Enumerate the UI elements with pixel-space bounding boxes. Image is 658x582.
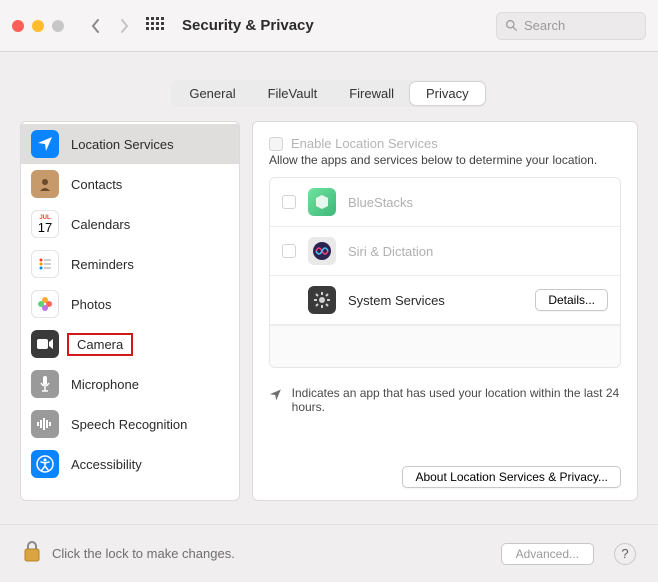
calendar-icon: JUL 17 [31,210,59,238]
search-icon [505,19,518,32]
footer: Click the lock to make changes. Advanced… [0,524,658,582]
show-all-button[interactable] [146,17,164,35]
chevron-left-icon [90,19,102,33]
contacts-icon [31,170,59,198]
app-name: Siri & Dictation [348,244,433,259]
system-services-icon [308,286,336,314]
search-placeholder: Search [524,18,565,33]
sidebar-item-calendars[interactable]: JUL 17 Calendars [21,204,239,244]
tab-privacy[interactable]: Privacy [410,82,485,105]
siri-icon [308,237,336,265]
speech-icon [31,410,59,438]
sidebar-item-accessibility[interactable]: Accessibility [21,444,239,484]
tabs-group: General FileVault Firewall Privacy [171,80,486,107]
location-indicator-note: Indicates an app that has used your loca… [269,386,621,414]
location-arrow-icon [269,388,282,402]
tab-filevault[interactable]: FileVault [252,82,334,105]
allow-description: Allow the apps and services below to det… [269,153,621,167]
sidebar-item-contacts[interactable]: Contacts [21,164,239,204]
sidebar-item-speech-recognition[interactable]: Speech Recognition [21,404,239,444]
reminders-icon [31,250,59,278]
tab-general[interactable]: General [173,82,251,105]
system-services-details-button[interactable]: Details... [535,289,608,311]
location-icon [31,130,59,158]
about-location-privacy-button[interactable]: About Location Services & Privacy... [402,466,621,488]
close-window-button[interactable] [12,20,24,32]
search-field[interactable]: Search [496,12,646,40]
sidebar-item-label: Microphone [71,377,139,392]
chevron-right-icon [118,19,130,33]
app-name: BlueStacks [348,195,413,210]
sidebar-item-reminders[interactable]: Reminders [21,244,239,284]
lock-icon [22,539,42,563]
back-button[interactable] [84,14,108,38]
content-area: General FileVault Firewall Privacy Locat… [0,52,658,501]
bluestacks-icon [308,188,336,216]
sidebar-item-label: Photos [71,297,111,312]
window-controls [12,20,64,32]
sidebar-item-label: Calendars [71,217,130,232]
sidebar-item-location-services[interactable]: Location Services [21,124,239,164]
microphone-icon [31,370,59,398]
sidebar-item-microphone[interactable]: Microphone [21,364,239,404]
accessibility-icon [31,450,59,478]
app-row-siri[interactable]: Siri & Dictation [270,227,620,276]
sidebar-item-camera[interactable]: Camera [21,324,239,364]
app-row-bluestacks[interactable]: BlueStacks [270,178,620,227]
app-checkbox[interactable] [282,195,296,209]
privacy-sidebar[interactable]: Location Services Contacts JUL 17 Calend… [20,121,240,501]
sidebar-item-label: Reminders [71,257,134,272]
app-checkbox[interactable] [282,244,296,258]
sidebar-item-label: Location Services [71,137,174,152]
advanced-button[interactable]: Advanced... [501,543,594,565]
tab-firewall[interactable]: Firewall [333,82,410,105]
enable-location-label: Enable Location Services [291,136,438,151]
zoom-window-button[interactable] [52,20,64,32]
lock-button[interactable] [22,539,42,568]
lock-text: Click the lock to make changes. [52,546,235,561]
camera-icon [31,330,59,358]
minimize-window-button[interactable] [32,20,44,32]
sidebar-item-label: Accessibility [71,457,142,472]
tab-bar: General FileVault Firewall Privacy [20,80,638,107]
app-list: BlueStacks Siri & Dictation System Servi… [269,177,621,368]
window-title: Security & Privacy [182,17,314,34]
panels: Location Services Contacts JUL 17 Calend… [20,121,638,501]
app-name: System Services [348,293,445,308]
detail-pane: Enable Location Services Allow the apps … [252,121,638,501]
forward-button[interactable] [112,14,136,38]
sidebar-item-label: Speech Recognition [71,417,187,432]
sidebar-item-label: Contacts [71,177,122,192]
enable-location-checkbox[interactable] [269,137,283,151]
sidebar-item-label: Camera [67,333,133,356]
sidebar-item-photos[interactable]: Photos [21,284,239,324]
enable-location-row: Enable Location Services [269,136,621,151]
indicator-text: Indicates an app that has used your loca… [292,386,621,414]
photos-icon [31,290,59,318]
titlebar: Security & Privacy Search [0,0,658,52]
app-list-empty-space [270,325,620,367]
about-row: About Location Services & Privacy... [269,466,621,488]
help-button[interactable]: ? [614,543,636,565]
app-row-system-services[interactable]: System Services Details... [270,276,620,325]
